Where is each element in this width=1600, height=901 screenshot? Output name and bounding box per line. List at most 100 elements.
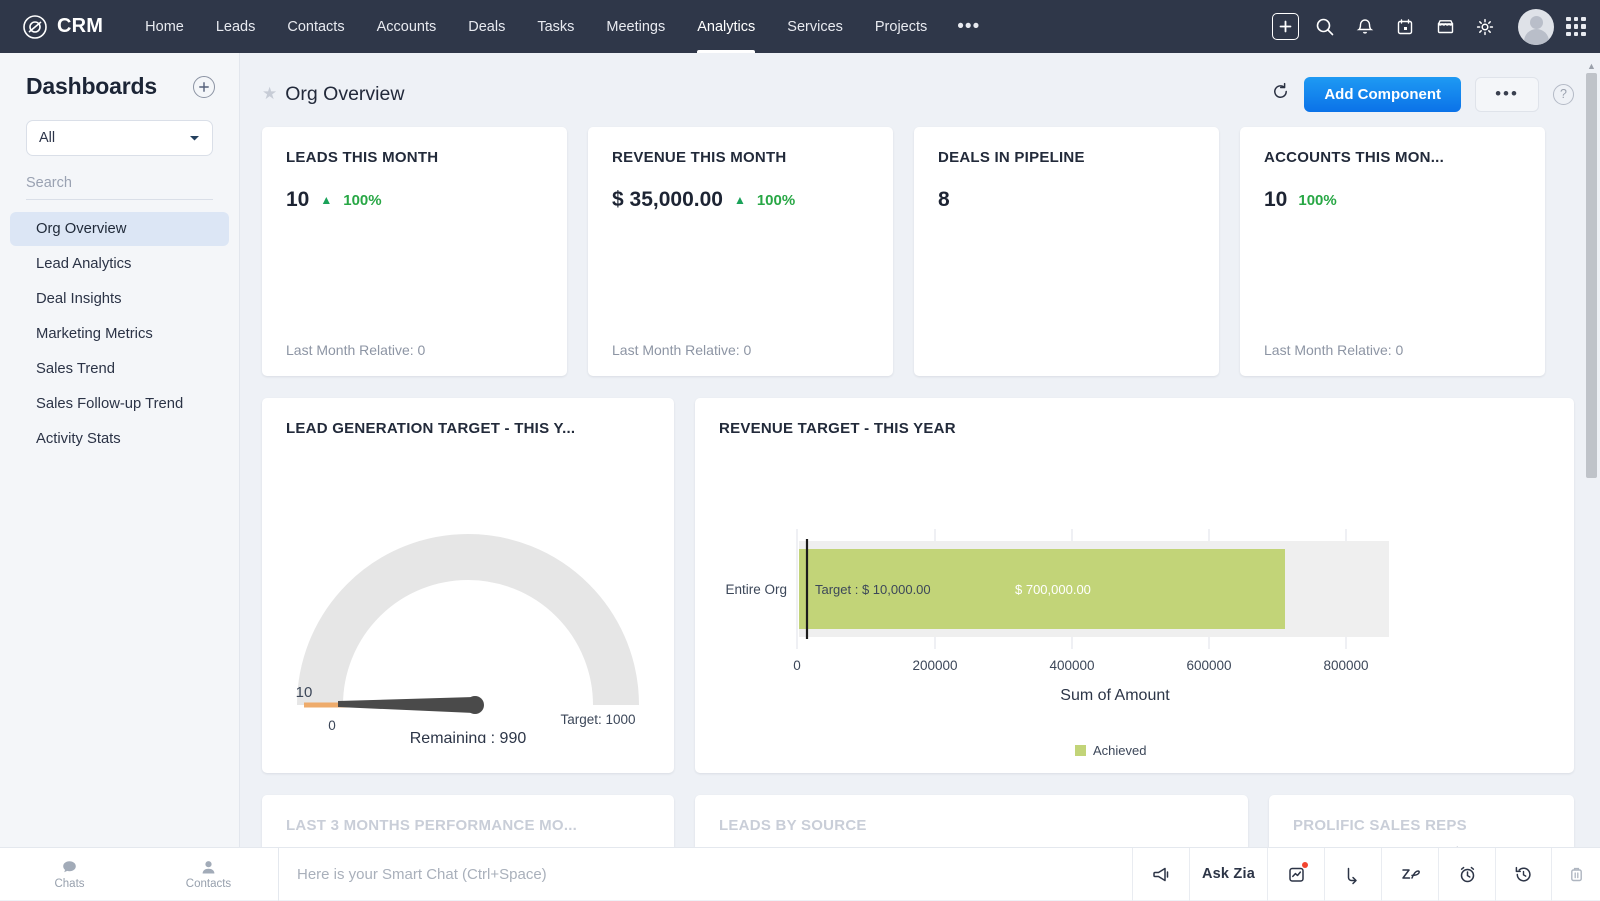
chat-tab-label: Chats	[54, 878, 84, 890]
sidebar-item-activity-stats[interactable]: Activity Stats	[10, 422, 229, 456]
dashboard-filter-wrap: All	[0, 120, 239, 156]
star-icon[interactable]: ★	[262, 84, 277, 104]
chat-tabs: Chats Contacts	[0, 848, 278, 901]
smart-chat-input[interactable]: Here is your Smart Chat (Ctrl+Space)	[278, 848, 1132, 901]
top-navigation-bar: CRM Home Leads Contacts Accounts Deals T…	[0, 0, 1600, 53]
add-circle-icon[interactable]	[193, 76, 215, 98]
kpi-title: LEADS THIS MONTH	[262, 127, 567, 166]
kpi-percent: 100%	[343, 192, 381, 209]
kpi-title: DEALS IN PIPELINE	[914, 127, 1219, 166]
calendar-icon[interactable]	[1388, 10, 1422, 44]
kpi-row: LEADS THIS MONTH 10 ▲ 100% Last Month Re…	[262, 127, 1574, 376]
revenue-target-card[interactable]: REVENUE TARGET - THIS YEAR	[695, 398, 1574, 773]
legend-label-achieved: Achieved	[1093, 743, 1146, 757]
gauge-caption: Remaining : 990	[410, 730, 527, 743]
page-header: ★ Org Overview Add Component ••• ?	[240, 53, 1600, 115]
add-component-button[interactable]: Add Component	[1304, 77, 1461, 112]
dashboard-search-wrap	[0, 156, 239, 200]
gauge-min-label: 0	[328, 718, 336, 733]
kpi-footer: Last Month Relative: 0	[1264, 342, 1403, 358]
chat-tab-chats[interactable]: Chats	[0, 848, 139, 901]
share-icon[interactable]	[1324, 848, 1381, 901]
sidebar-item-marketing-metrics[interactable]: Marketing Metrics	[10, 317, 229, 351]
nav-item-deals[interactable]: Deals	[452, 0, 521, 53]
card-title: PROLIFIC SALES REPS	[1269, 795, 1574, 834]
help-icon[interactable]: ?	[1553, 84, 1574, 105]
revenue-category-label: Entire Org	[725, 582, 787, 597]
sidebar-item-deal-insights[interactable]: Deal Insights	[10, 282, 229, 316]
alarm-clock-icon[interactable]	[1438, 848, 1495, 901]
sidebar-item-sales-followup-trend[interactable]: Sales Follow-up Trend	[10, 387, 229, 421]
dashboard-list: Org Overview Lead Analytics Deal Insight…	[0, 212, 239, 456]
dashboard-board: LEADS THIS MONTH 10 ▲ 100% Last Month Re…	[240, 115, 1600, 900]
vertical-scrollbar[interactable]: ▲	[1586, 61, 1597, 831]
nav-item-accounts[interactable]: Accounts	[361, 0, 453, 53]
card-title: LAST 3 MONTHS PERFORMANCE MO...	[262, 795, 674, 834]
search-input[interactable]	[26, 170, 213, 200]
search-icon[interactable]	[1308, 10, 1342, 44]
scrollbar-thumb[interactable]	[1586, 73, 1597, 478]
revenue-target-label: Target : $ 10,000.00	[815, 582, 931, 597]
gauge-card-lead-generation-target[interactable]: LEAD GENERATION TARGET - THIS Y... 10	[262, 398, 674, 773]
nav-item-analytics[interactable]: Analytics	[681, 0, 771, 53]
gauge-chart: 10 0 Target: 1000 Remaining : 990	[262, 443, 674, 748]
kpi-value-row: 10 ▲ 100%	[262, 166, 567, 212]
dashboard-filter-select[interactable]: All	[26, 120, 213, 156]
sidebar-title: Dashboards	[26, 73, 157, 100]
kpi-percent: 100%	[757, 192, 795, 209]
brand-logo-area[interactable]: CRM	[22, 14, 103, 40]
kpi-footer: Last Month Relative: 0	[286, 342, 425, 358]
sidebar-item-org-overview[interactable]: Org Overview	[10, 212, 229, 246]
nav-item-services[interactable]: Services	[771, 0, 859, 53]
refresh-icon[interactable]	[1271, 82, 1290, 107]
kpi-footer: Last Month Relative: 0	[612, 342, 751, 358]
chat-tab-label: Contacts	[186, 878, 231, 890]
card-title: LEADS BY SOURCE	[695, 795, 1248, 834]
kpi-card-leads-this-month[interactable]: LEADS THIS MONTH 10 ▲ 100% Last Month Re…	[262, 127, 567, 376]
kpi-value: 8	[938, 188, 950, 212]
x-tick-0: 0	[793, 658, 801, 673]
kpi-card-accounts-this-month[interactable]: ACCOUNTS THIS MON... 10 100% Last Month …	[1240, 127, 1545, 376]
kpi-card-deals-in-pipeline[interactable]: DEALS IN PIPELINE 8	[914, 127, 1219, 376]
trash-icon[interactable]	[1552, 848, 1600, 901]
nav-right-icons	[1268, 9, 1586, 45]
chat-bubble-icon	[61, 859, 78, 876]
chevron-down-icon	[189, 130, 200, 146]
gauge-value-label: 10	[296, 684, 313, 701]
revenue-value-label: $ 700,000.00	[1015, 582, 1091, 597]
kpi-card-revenue-this-month[interactable]: REVENUE THIS MONTH $ 35,000.00 ▲ 100% La…	[588, 127, 893, 376]
avatar[interactable]	[1518, 9, 1554, 45]
up-triangle-icon: ▲	[320, 193, 332, 207]
nav-item-contacts[interactable]: Contacts	[271, 0, 360, 53]
nav-more-button[interactable]: •••	[943, 16, 994, 38]
nav-item-leads[interactable]: Leads	[200, 0, 272, 53]
ask-zia-button[interactable]: Ask Zia	[1189, 848, 1267, 901]
gauge-card-title: LEAD GENERATION TARGET - THIS Y...	[262, 398, 674, 437]
dashboard-more-button[interactable]: •••	[1475, 77, 1539, 112]
up-triangle-icon: ▲	[734, 193, 746, 207]
kpi-percent: 100%	[1298, 192, 1336, 209]
legend-swatch-achieved	[1075, 745, 1086, 756]
megaphone-icon[interactable]	[1132, 848, 1189, 901]
kpi-value: 10	[1264, 188, 1287, 212]
history-icon[interactable]	[1495, 848, 1552, 901]
chat-tab-contacts[interactable]: Contacts	[139, 848, 278, 901]
nav-item-meetings[interactable]: Meetings	[590, 0, 681, 53]
plus-icon[interactable]	[1268, 10, 1302, 44]
kpi-value-row: 8	[914, 166, 1219, 212]
kpi-value: 10	[286, 188, 309, 212]
marketplace-icon[interactable]	[1428, 10, 1462, 44]
zia-signature-icon[interactable]	[1381, 848, 1438, 901]
gear-icon[interactable]	[1468, 10, 1502, 44]
bell-icon[interactable]	[1348, 10, 1382, 44]
sidebar-item-sales-trend[interactable]: Sales Trend	[10, 352, 229, 386]
kpi-value-row: $ 35,000.00 ▲ 100%	[588, 166, 893, 212]
sidebar-item-lead-analytics[interactable]: Lead Analytics	[10, 247, 229, 281]
nav-item-home[interactable]: Home	[129, 0, 200, 53]
analytics-icon[interactable]	[1267, 848, 1324, 901]
nav-items: Home Leads Contacts Accounts Deals Tasks…	[129, 0, 994, 53]
nav-item-tasks[interactable]: Tasks	[521, 0, 590, 53]
dashboard-filter-value: All	[39, 130, 55, 146]
app-grid-icon[interactable]	[1566, 17, 1586, 37]
nav-item-projects[interactable]: Projects	[859, 0, 943, 53]
